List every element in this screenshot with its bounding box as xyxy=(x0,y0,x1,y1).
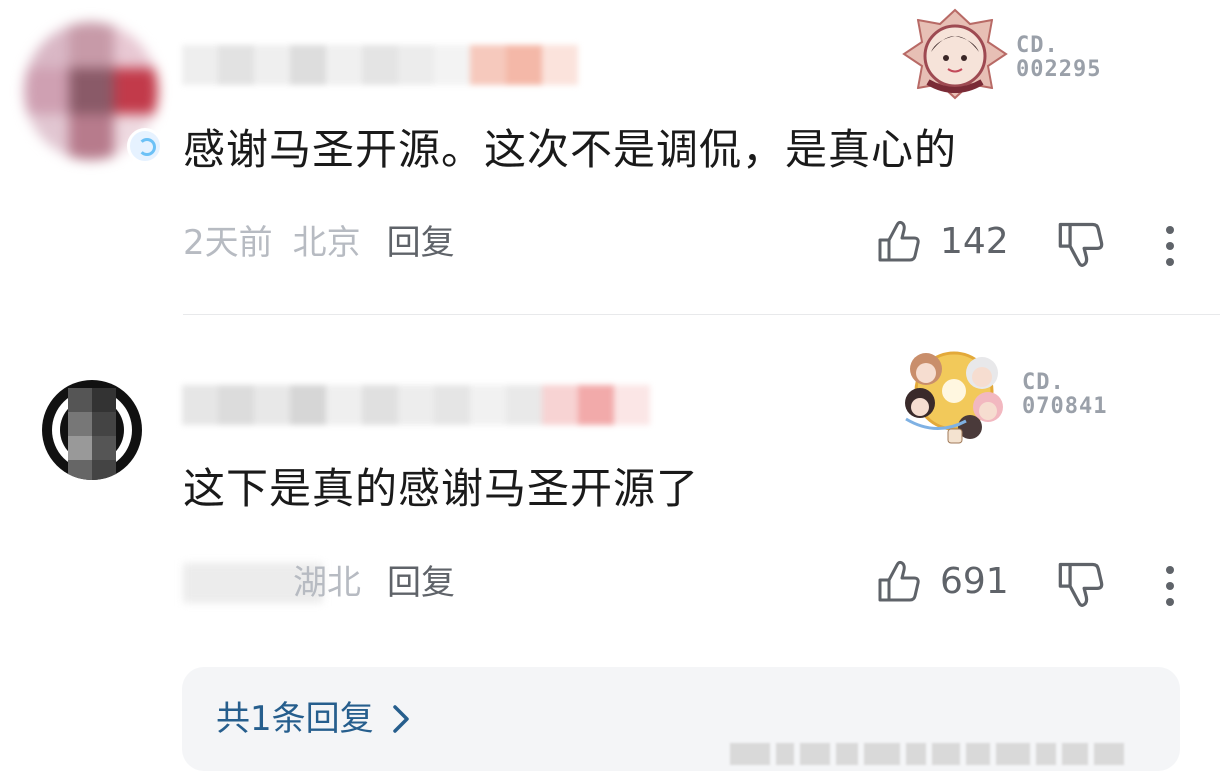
chevron-right-icon xyxy=(392,705,409,733)
comment-location: 北京 xyxy=(292,223,361,263)
comment-text: 感谢马圣开源。这次不是调侃，是真心的 xyxy=(183,125,958,174)
more-vertical-dot xyxy=(1166,598,1174,606)
comment-location: 湖北 xyxy=(293,563,361,603)
like-count: 142 xyxy=(940,221,1009,262)
more-vertical-icon xyxy=(1166,226,1174,234)
fan-badge-emblem-icon xyxy=(902,8,1008,100)
avatar-mosaic xyxy=(68,388,116,480)
comment-meta: 湖北 回复 xyxy=(293,563,455,603)
like-button[interactable]: 142 xyxy=(876,218,1016,266)
fan-badge-code: CD. 002295 xyxy=(1016,33,1102,82)
username-redacted[interactable] xyxy=(182,45,578,85)
more-vertical-dot xyxy=(1166,582,1174,590)
comment-text: 这下是真的感谢马圣开源了 xyxy=(183,464,700,513)
comment-time: 2天前 xyxy=(183,223,273,263)
more-options-button[interactable] xyxy=(1154,558,1186,610)
thumbs-up-icon xyxy=(878,560,920,602)
user-avatar[interactable] xyxy=(42,380,142,480)
dislike-button[interactable] xyxy=(1056,558,1108,610)
more-vertical-dot xyxy=(1166,242,1174,250)
reply-button[interactable]: 回复 xyxy=(387,563,455,603)
thumbs-up-icon xyxy=(878,220,920,262)
reply-button[interactable]: 回复 xyxy=(387,223,455,263)
like-count: 691 xyxy=(940,561,1009,602)
verified-badge-icon xyxy=(127,128,163,164)
like-button[interactable]: 691 xyxy=(876,558,1016,606)
dislike-button[interactable] xyxy=(1056,218,1108,270)
more-vertical-icon xyxy=(1166,566,1174,574)
comment-item: CD. 002295 感谢马圣开源。这次不是调侃，是真心的 2天前 北京 回复 14… xyxy=(0,0,1220,315)
replies-count-label: 共1条回复 xyxy=(216,699,374,739)
comment-meta: 2天前 北京 回复 xyxy=(183,223,455,263)
fan-badge-emblem-icon xyxy=(905,351,1003,444)
fan-badge-code: CD. 070841 xyxy=(1022,370,1108,419)
watermark-redacted xyxy=(730,740,1210,768)
username-redacted[interactable] xyxy=(182,385,650,425)
more-options-button[interactable] xyxy=(1154,218,1186,270)
more-vertical-dot xyxy=(1166,258,1174,266)
thumbs-down-icon xyxy=(1058,222,1104,267)
view-replies-link[interactable]: 共1条回复 xyxy=(216,695,412,743)
thumbs-down-icon xyxy=(1058,562,1104,607)
